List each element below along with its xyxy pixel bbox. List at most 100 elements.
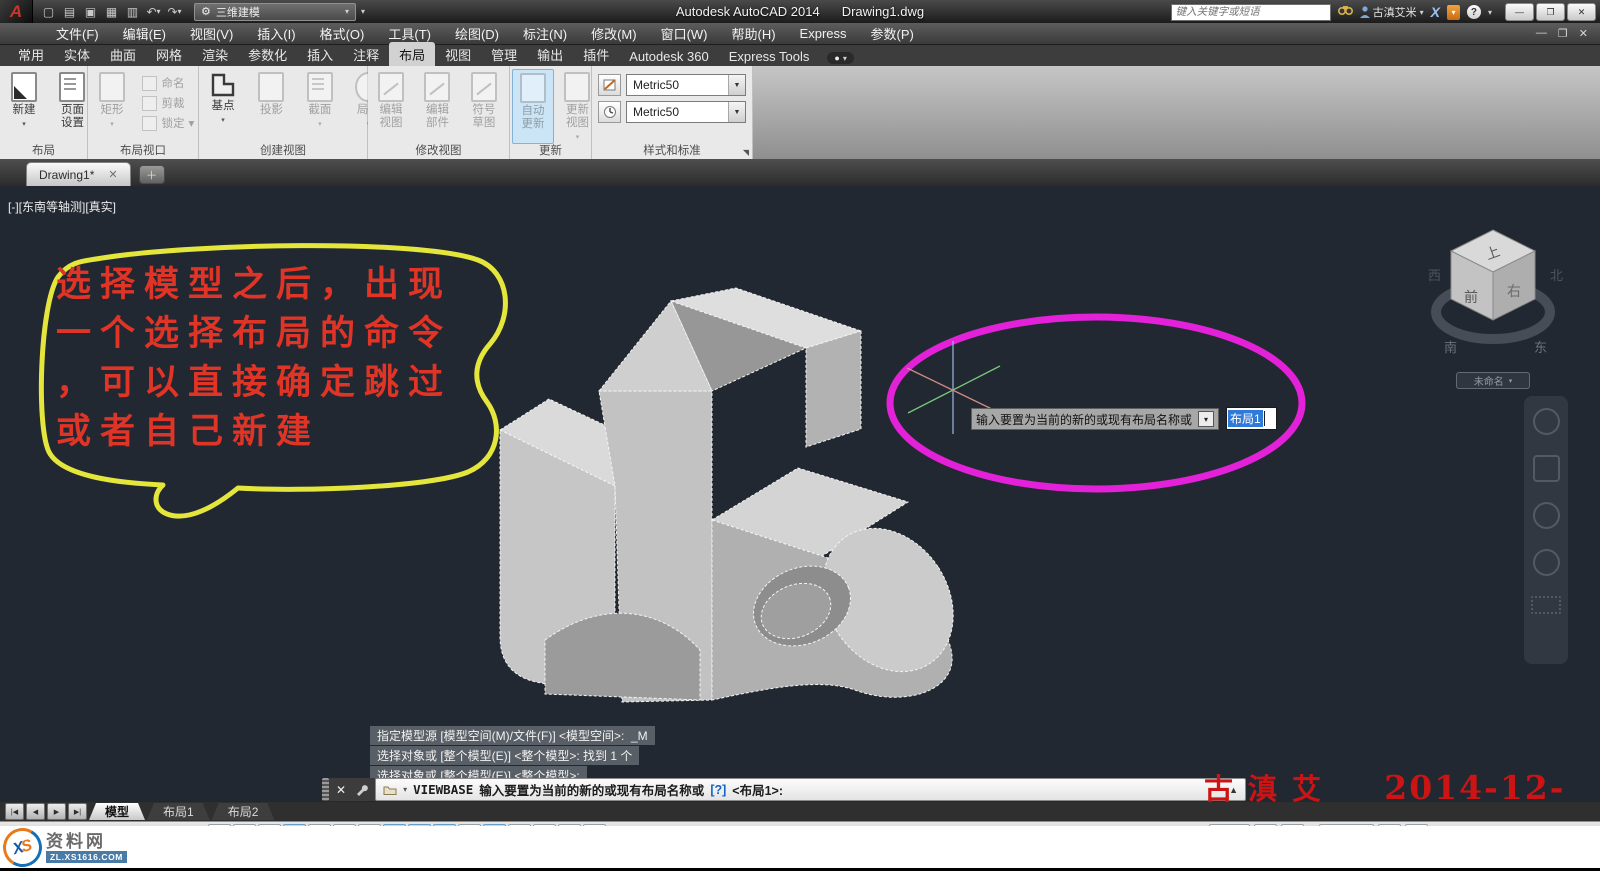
base-view-button[interactable]: 基点▾ bbox=[201, 69, 245, 142]
command-input[interactable]: ▾ VIEWBASE 输入要置为当前的新的或现有布局名称或 [?] <布局1>:… bbox=[375, 778, 1246, 801]
exchange-apps-icon[interactable]: X bbox=[1431, 4, 1440, 20]
menu-insert[interactable]: 插入(I) bbox=[245, 24, 307, 43]
prev-tab-arrow-icon[interactable]: ◀ bbox=[26, 803, 45, 820]
auto-update-button[interactable]: 自动更新 bbox=[512, 69, 554, 144]
command-bar[interactable]: ✕ ▾ VIEWBASE 输入要置为当前的新的或现有布局名称或 [?] <布局1… bbox=[322, 778, 1246, 801]
update-view-button[interactable]: 更新视图▾ bbox=[558, 69, 596, 142]
combo-arrow-icon[interactable]: ▼ bbox=[728, 75, 745, 95]
drawing-canvas[interactable]: [-][东南等轴测][真实] 选择模型之后，出现 一个选择布局的命令 ，可以直接… bbox=[0, 186, 1600, 802]
ribbon-tab-express[interactable]: Express Tools bbox=[719, 46, 820, 66]
menu-file[interactable]: 文件(F) bbox=[44, 24, 111, 43]
named-viewport-button[interactable]: 命名 bbox=[142, 75, 194, 91]
next-tab-arrow-icon[interactable]: ▶ bbox=[47, 803, 66, 820]
close-button[interactable]: ✕ bbox=[1567, 3, 1596, 21]
menu-edit[interactable]: 编辑(E) bbox=[111, 24, 178, 43]
workspace-switcher[interactable]: ⚙ 三维建模 ▾ bbox=[194, 3, 356, 21]
standard-combo-2[interactable]: Metric50 ▼ bbox=[626, 101, 746, 123]
doc-close-icon[interactable]: ✕ bbox=[1579, 27, 1588, 40]
ribbon-tab-output[interactable]: 输出 bbox=[527, 42, 573, 66]
ribbon-tab-surface[interactable]: 曲面 bbox=[100, 42, 146, 66]
menu-help[interactable]: 帮助(H) bbox=[720, 24, 788, 43]
ribbon-tab-parametric[interactable]: 参数化 bbox=[238, 42, 297, 66]
pan-icon[interactable] bbox=[1533, 455, 1560, 482]
signin-user[interactable]: 古滇艾米 ▾ bbox=[1360, 4, 1424, 20]
tab-model[interactable]: 模型 bbox=[89, 803, 145, 820]
ribbon-tab-view[interactable]: 视图 bbox=[435, 42, 481, 66]
minimize-button[interactable]: — bbox=[1505, 3, 1534, 21]
ribbon-tab-layout[interactable]: 布局 bbox=[389, 42, 435, 66]
new-tab-button[interactable]: ＋ bbox=[139, 165, 165, 184]
recent-commands-folder-icon[interactable] bbox=[383, 784, 397, 795]
symbol-sketch-button[interactable]: 符号草图 bbox=[463, 69, 505, 142]
restore-button[interactable]: ❐ bbox=[1536, 3, 1565, 21]
ribbon-tab-render[interactable]: 渲染 bbox=[192, 42, 238, 66]
navigation-wheel-icon[interactable] bbox=[1533, 408, 1560, 435]
redo-icon[interactable]: ↷▾ bbox=[167, 4, 182, 19]
doc-restore-icon[interactable]: ❐ bbox=[1558, 27, 1568, 40]
named-view-dropdown[interactable]: 未命名▾ bbox=[1456, 372, 1530, 389]
autocad-logo-icon[interactable]: A bbox=[0, 0, 33, 23]
menu-parametric[interactable]: 参数(P) bbox=[859, 24, 926, 43]
3d-model[interactable] bbox=[500, 288, 980, 702]
save-as-icon[interactable]: ▦ bbox=[104, 4, 119, 19]
ribbon-tab-home[interactable]: 常用 bbox=[8, 42, 54, 66]
dyn-input-options-icon[interactable]: ▾ bbox=[1198, 411, 1214, 427]
ribbon-tab-solid[interactable]: 实体 bbox=[54, 42, 100, 66]
tab-layout1[interactable]: 布局1 bbox=[147, 803, 210, 820]
clip-viewport-button[interactable]: 剪裁 bbox=[142, 95, 194, 111]
file-tab-close-icon[interactable]: ✕ bbox=[108, 168, 117, 181]
print-icon[interactable]: ▥ bbox=[125, 4, 140, 19]
last-tab-arrow-icon[interactable]: ▶| bbox=[68, 803, 87, 820]
open-file-icon[interactable]: ▤ bbox=[62, 4, 77, 19]
menu-tools[interactable]: 工具(T) bbox=[376, 24, 443, 43]
navigation-bar[interactable] bbox=[1524, 396, 1568, 664]
command-close-icon[interactable]: ✕ bbox=[336, 783, 346, 797]
undo-icon[interactable]: ↶▾ bbox=[146, 4, 161, 19]
ribbon-tab-mesh[interactable]: 网格 bbox=[146, 42, 192, 66]
doc-minimize-icon[interactable]: — bbox=[1536, 27, 1547, 40]
standard-combo-1[interactable]: Metric50 ▼ bbox=[626, 74, 746, 96]
save-icon[interactable]: ▣ bbox=[83, 4, 98, 19]
orbit-icon[interactable] bbox=[1533, 549, 1560, 576]
zoom-icon[interactable] bbox=[1533, 502, 1560, 529]
qat-customize-icon[interactable]: ▾ bbox=[361, 7, 365, 16]
ribbon-options-icon[interactable]: ●▾ bbox=[827, 52, 853, 64]
ribbon-tab-manage[interactable]: 管理 bbox=[481, 42, 527, 66]
section-view-button[interactable]: 截面▾ bbox=[298, 69, 342, 142]
showmotion-icon[interactable] bbox=[1531, 596, 1561, 614]
projected-view-button[interactable]: 投影 bbox=[249, 69, 293, 142]
file-tab-drawing1[interactable]: Drawing1* ✕ bbox=[26, 162, 131, 186]
command-option[interactable]: [?] bbox=[710, 783, 726, 797]
help-icon[interactable]: ? bbox=[1467, 5, 1481, 19]
ribbon-tab-insert[interactable]: 插入 bbox=[297, 42, 343, 66]
customize-wrench-icon[interactable] bbox=[355, 783, 368, 796]
combo-arrow-icon[interactable]: ▼ bbox=[728, 102, 745, 122]
menu-view[interactable]: 视图(V) bbox=[178, 24, 245, 43]
a360-icon[interactable]: ▾ bbox=[1447, 5, 1460, 20]
menu-express[interactable]: Express bbox=[788, 26, 859, 41]
menu-draw[interactable]: 绘图(D) bbox=[443, 24, 511, 43]
dynamic-input-field[interactable]: 布局1 bbox=[1226, 407, 1277, 430]
search-binoculars-icon[interactable] bbox=[1338, 3, 1353, 21]
ribbon-tab-a360[interactable]: Autodesk 360 bbox=[619, 46, 719, 66]
search-input[interactable] bbox=[1171, 4, 1331, 21]
edit-view-button[interactable]: 编辑视图 bbox=[370, 69, 412, 142]
menu-window[interactable]: 窗口(W) bbox=[649, 24, 720, 43]
panel-dialog-launcher-icon[interactable]: ◥ bbox=[743, 148, 749, 157]
viewport-controls-label[interactable]: [-][东南等轴测][真实] bbox=[8, 198, 116, 215]
lock-viewport-button[interactable]: 锁定▾ bbox=[142, 115, 194, 131]
ribbon-tab-annotate[interactable]: 注释 bbox=[343, 42, 389, 66]
new-file-icon[interactable]: ▢ bbox=[41, 4, 56, 19]
viewcube[interactable]: 西 北 南 东 上 前 右 未命名▾ bbox=[1408, 216, 1578, 408]
edit-components-button[interactable]: 编辑部件 bbox=[416, 69, 458, 142]
menu-format[interactable]: 格式(O) bbox=[308, 24, 377, 43]
rect-viewport-button[interactable]: 矩形▾ bbox=[90, 69, 134, 142]
new-layout-button[interactable]: 新建▾ bbox=[2, 69, 46, 142]
first-tab-arrow-icon[interactable]: |◀ bbox=[5, 803, 24, 820]
menu-dimension[interactable]: 标注(N) bbox=[511, 24, 579, 43]
command-bar-grip[interactable] bbox=[322, 778, 329, 801]
ribbon-tab-plugins[interactable]: 插件 bbox=[573, 42, 619, 66]
menu-modify[interactable]: 修改(M) bbox=[579, 24, 649, 43]
style-monitor-icon[interactable] bbox=[598, 101, 621, 123]
drafting-standard-icon[interactable] bbox=[598, 74, 621, 96]
